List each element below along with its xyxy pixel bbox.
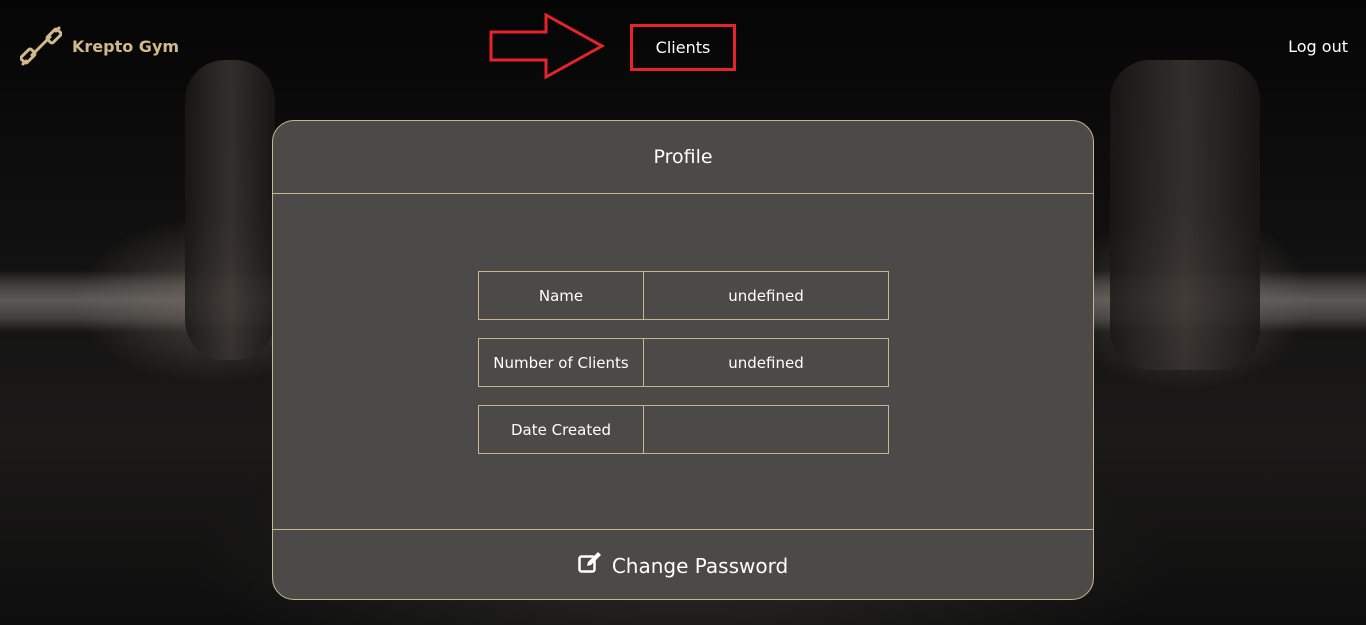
info-value: [644, 406, 888, 453]
profile-details: Name undefined Number of Clients undefin…: [273, 194, 1093, 530]
left-arm-image: [185, 60, 275, 360]
profile-card: Profile Name undefined Number of Clients…: [272, 120, 1094, 600]
info-row-date-created: Date Created: [478, 405, 889, 454]
info-label: Number of Clients: [479, 339, 644, 386]
change-password-button[interactable]: Change Password: [273, 530, 1093, 599]
edit-icon: [578, 552, 602, 579]
info-value: undefined: [728, 286, 804, 305]
logout-link[interactable]: Log out: [1288, 37, 1348, 56]
info-label: Date Created: [479, 406, 644, 453]
info-row-clients: Number of Clients undefined: [478, 338, 889, 387]
change-password-label: Change Password: [611, 553, 789, 578]
brand-logo[interactable]: Krepto Gym: [20, 25, 179, 67]
nav-clients-label: Clients: [655, 38, 711, 57]
right-arm-image: [1110, 60, 1260, 370]
brand-name: Krepto Gym: [72, 36, 180, 56]
profile-title: Profile: [273, 121, 1093, 194]
info-value: undefined: [728, 353, 804, 372]
info-row-name: Name undefined: [478, 271, 889, 320]
nav-clients-link[interactable]: Clients: [630, 24, 736, 71]
dumbbell-icon: [20, 25, 62, 67]
info-label: Name: [479, 272, 644, 319]
red-arrow-annotation: [489, 12, 606, 80]
